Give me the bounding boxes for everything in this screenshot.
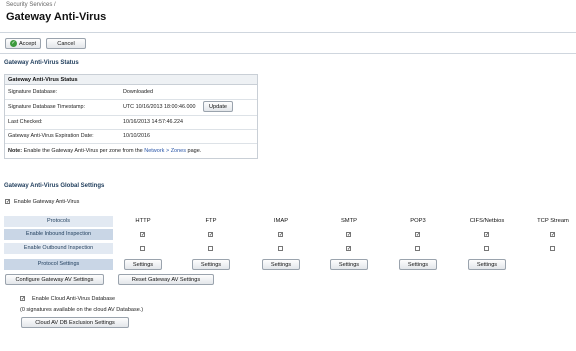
settings-button-5[interactable]: Settings xyxy=(468,259,506,270)
status-row-label: Signature Database Timestamp: xyxy=(8,104,86,110)
note-suffix: page. xyxy=(185,148,202,154)
accept-label: Accept xyxy=(18,41,37,47)
status-row-value: 10/16/2013 14:57:46.224 xyxy=(123,119,183,125)
note-prefix: Note: xyxy=(8,148,23,154)
enable-cloud-av-label: Enable Cloud Anti-Virus Database xyxy=(32,296,116,302)
breadcrumb[interactable]: Security Services / xyxy=(6,2,56,8)
inbound-inspection-label: Enable Inbound Inspection xyxy=(4,229,113,240)
outbound-checkbox-2[interactable] xyxy=(278,246,283,251)
inbound-checkbox-6[interactable]: ✓ xyxy=(550,232,555,238)
status-row-label: Last Checked: xyxy=(8,119,43,125)
status-row-value: UTC 10/16/2013 18:00:46.000 xyxy=(123,104,196,110)
status-table: Gateway Anti-Virus Status Signature Data… xyxy=(4,74,258,159)
cancel-button[interactable]: Cancel xyxy=(46,38,86,49)
outbound-checkbox-6[interactable] xyxy=(550,246,555,251)
status-row-expiration: Gateway Anti-Virus Expiration Date: 10/1… xyxy=(5,129,257,144)
status-table-header: Gateway Anti-Virus Status xyxy=(5,75,257,85)
check-icon: ✓ xyxy=(9,40,17,48)
outbound-checkbox-3[interactable]: ✓ xyxy=(346,246,351,252)
network-zones-link[interactable]: Network > Zones xyxy=(144,148,186,154)
enable-cloud-av-checkbox[interactable]: ✓ xyxy=(20,296,25,302)
protocols-header: Protocols xyxy=(4,216,113,227)
global-settings-title: Gateway Anti-Virus Global Settings xyxy=(4,183,105,189)
status-row-label: Signature Database: xyxy=(8,89,58,95)
outbound-checkbox-0[interactable] xyxy=(140,246,145,251)
update-button[interactable]: Update xyxy=(203,101,233,112)
toolbar-divider xyxy=(0,53,576,54)
status-row-timestamp: Signature Database Timestamp: UTC 10/16/… xyxy=(5,99,257,116)
status-section-title: Gateway Anti-Virus Status xyxy=(4,60,79,66)
protocol-header-1: FTP xyxy=(205,218,217,224)
enable-gateway-av-label: Enable Gateway Anti-Virus xyxy=(14,199,80,205)
title-divider xyxy=(0,32,576,33)
settings-button-0[interactable]: Settings xyxy=(124,259,162,270)
settings-button-1[interactable]: Settings xyxy=(192,259,230,270)
reset-gateway-av-button[interactable]: Reset Gateway AV Settings xyxy=(118,274,214,285)
configure-gateway-av-button[interactable]: Configure Gateway AV Settings xyxy=(5,274,104,285)
status-row-last-checked: Last Checked: 10/16/2013 14:57:46.224 xyxy=(5,115,257,130)
protocol-settings-label: Protocol Settings xyxy=(4,259,113,270)
protocol-header-0: HTTP xyxy=(135,218,151,224)
inbound-checkbox-3[interactable]: ✓ xyxy=(346,232,351,238)
inbound-checkbox-4[interactable]: ✓ xyxy=(415,232,420,238)
enable-gateway-av-checkbox[interactable]: ✓ xyxy=(5,199,10,205)
settings-button-3[interactable]: Settings xyxy=(330,259,368,270)
outbound-checkbox-4[interactable] xyxy=(415,246,420,251)
status-row-label: Gateway Anti-Virus Expiration Date: xyxy=(8,133,94,139)
page-title: Gateway Anti-Virus xyxy=(6,11,107,23)
inbound-checkbox-2[interactable]: ✓ xyxy=(278,232,283,238)
status-row-signature-db: Signature Database: Downloaded xyxy=(5,85,257,100)
protocol-header-4: POP3 xyxy=(410,218,426,224)
cancel-label: Cancel xyxy=(57,41,75,47)
settings-button-2[interactable]: Settings xyxy=(262,259,300,270)
outbound-inspection-label: Enable Outbound Inspection xyxy=(4,243,113,254)
settings-button-4[interactable]: Settings xyxy=(399,259,437,270)
outbound-checkbox-1[interactable] xyxy=(208,246,213,251)
protocol-header-5: CIFS/Netbios xyxy=(469,218,505,224)
protocol-header-6: TCP Stream xyxy=(537,218,569,224)
inbound-checkbox-0[interactable]: ✓ xyxy=(140,232,145,238)
outbound-checkbox-5[interactable] xyxy=(484,246,489,251)
protocol-header-3: SMTP xyxy=(340,218,358,224)
cloud-av-exclusion-button[interactable]: Cloud AV DB Exclusion Settings xyxy=(21,317,129,328)
accept-button[interactable]: ✓ Accept xyxy=(5,38,41,49)
inbound-checkbox-1[interactable]: ✓ xyxy=(208,232,213,238)
status-row-value: 10/10/2016 xyxy=(123,133,150,139)
status-row-value: Downloaded xyxy=(123,89,153,95)
zones-note: Note: Enable the Gateway Anti-Virus per … xyxy=(8,148,201,154)
note-text: Enable the Gateway Anti-Virus per zone f… xyxy=(22,148,145,154)
protocol-header-2: IMAP xyxy=(273,218,289,224)
inbound-checkbox-5[interactable]: ✓ xyxy=(484,232,489,238)
cloud-signatures-note: (0 signatures available on the cloud AV … xyxy=(20,307,144,313)
